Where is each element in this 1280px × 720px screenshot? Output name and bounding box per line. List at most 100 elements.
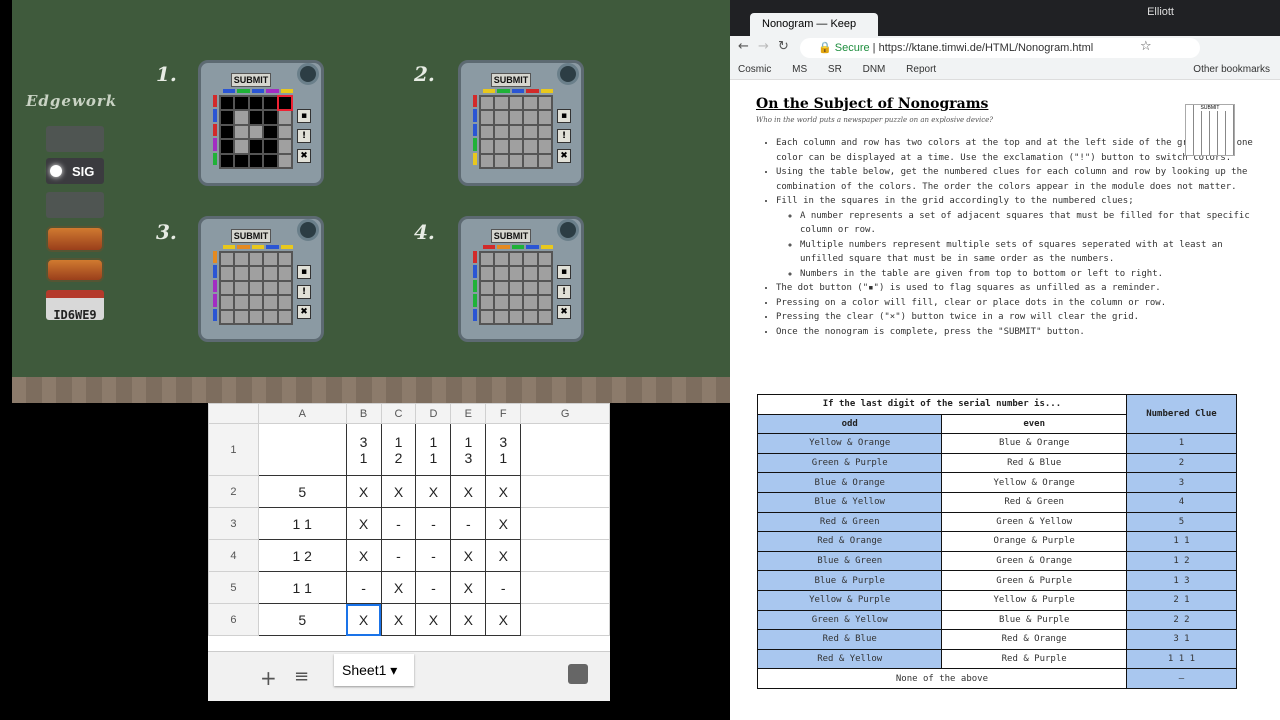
row-color-button[interactable] [213, 294, 217, 307]
column-color-button[interactable] [526, 89, 539, 93]
grid-cell[interactable] [481, 97, 494, 110]
grid-cell[interactable] [249, 281, 263, 295]
grid-cell[interactable] [538, 253, 551, 266]
grid-cell[interactable] [221, 140, 234, 153]
row-color-button[interactable] [213, 152, 217, 165]
reload-icon[interactable]: ↻ [778, 39, 789, 54]
grid-cell[interactable] [221, 253, 234, 266]
row-color-button[interactable] [213, 138, 217, 151]
grid-cell[interactable] [509, 140, 523, 153]
add-sheet-icon[interactable]: + [260, 666, 277, 690]
sheet-cell[interactable]: X [485, 507, 522, 540]
sheet-cell[interactable]: X [380, 571, 417, 604]
bookmark[interactable]: MS [792, 64, 807, 75]
grid-cell[interactable] [249, 253, 263, 266]
sheet-cell[interactable]: 1 1 [257, 507, 347, 540]
grid-cell[interactable] [509, 281, 523, 295]
grid-cell[interactable] [495, 253, 508, 266]
back-icon[interactable]: ← [738, 39, 749, 54]
grid-cell[interactable] [221, 296, 234, 309]
grid-cell[interactable] [481, 267, 494, 280]
column-color-button[interactable] [526, 245, 539, 249]
grid-cell[interactable] [235, 154, 248, 167]
grid-cell[interactable] [235, 281, 248, 295]
profile-name[interactable]: Elliott [1147, 6, 1174, 18]
row-header[interactable]: 2 [208, 475, 259, 508]
explore-icon[interactable] [568, 664, 588, 684]
column-color-button[interactable] [497, 245, 510, 249]
column-header[interactable]: E [450, 403, 487, 424]
grid-cell[interactable] [278, 267, 291, 280]
grid-cell[interactable] [264, 281, 277, 295]
bookmark[interactable]: DNM [863, 64, 886, 75]
grid-cell[interactable] [538, 140, 551, 153]
grid-cell[interactable] [221, 310, 234, 323]
grid-cell[interactable] [509, 125, 523, 139]
sheet-cell[interactable]: X [450, 571, 487, 604]
nonogram-module[interactable]: SUBMIT ▪! ✖ [198, 60, 324, 186]
grid-cell[interactable] [249, 140, 263, 153]
column-color-button[interactable] [251, 245, 265, 249]
grid-cell[interactable] [509, 154, 523, 167]
row-color-button[interactable] [213, 308, 217, 321]
grid-cell[interactable] [249, 296, 263, 309]
grid-cell[interactable] [538, 267, 551, 280]
sheet-cell[interactable]: X [415, 603, 452, 636]
grid-cell[interactable] [495, 267, 508, 280]
sheet-cell[interactable]: - [415, 571, 452, 604]
row-color-button[interactable] [473, 279, 477, 293]
grid-cell[interactable] [495, 125, 508, 139]
grid-cell[interactable] [264, 310, 277, 323]
row-color-button[interactable] [473, 95, 477, 108]
tab-sheet1[interactable]: Sheet1 ▾ [334, 654, 414, 686]
grid-cell[interactable] [221, 125, 234, 139]
grid-cell[interactable] [524, 140, 537, 153]
dot-button[interactable]: ▪ [557, 109, 571, 123]
grid-cell[interactable] [524, 97, 537, 110]
grid-cell[interactable] [235, 97, 248, 110]
row-color-button[interactable] [473, 251, 477, 264]
clear-button[interactable]: ✖ [557, 305, 571, 319]
grid-cell[interactable] [509, 296, 523, 309]
grid-cell[interactable] [278, 281, 291, 295]
grid-cell[interactable] [278, 154, 291, 167]
grid-cell[interactable] [249, 267, 263, 280]
grid-cell[interactable] [221, 97, 234, 110]
dot-button[interactable]: ▪ [557, 265, 571, 279]
grid-cell[interactable] [495, 140, 508, 153]
grid-cell[interactable] [509, 253, 523, 266]
grid-cell[interactable] [249, 111, 263, 124]
sheet-cell[interactable] [520, 475, 610, 508]
column-color-button[interactable] [511, 89, 525, 93]
star-icon[interactable]: ☆ [1140, 39, 1152, 54]
sheet-cell[interactable] [257, 423, 347, 476]
grid-cell[interactable] [495, 310, 508, 323]
sheet-cell[interactable]: 1 3 [450, 423, 487, 476]
grid-cell[interactable] [249, 154, 263, 167]
sheet-cell[interactable]: X [415, 475, 452, 508]
column-header[interactable]: G [520, 403, 610, 424]
column-color-button[interactable] [266, 89, 279, 93]
grid-cell[interactable] [509, 97, 523, 110]
grid-cell[interactable] [221, 111, 234, 124]
grid-cell[interactable] [524, 310, 537, 323]
grid-cell[interactable] [276, 94, 294, 112]
grid-cell[interactable] [278, 140, 291, 153]
grid-cell[interactable] [264, 296, 277, 309]
column-header[interactable]: F [485, 403, 522, 424]
grid-cell[interactable] [235, 253, 248, 266]
clear-button[interactable]: ✖ [557, 149, 571, 163]
spreadsheet[interactable]: ABCDEFG13 11 21 11 33 125XXXXX31 1X---X4… [208, 403, 610, 701]
sheet-cell[interactable]: 5 [257, 475, 347, 508]
game-view[interactable]: 1. 2. 3. 4. Edgework SIG ID6WE9 SUBMIT ▪!… [12, 0, 730, 403]
column-color-button[interactable] [511, 245, 525, 249]
sheet-cell[interactable]: X [485, 475, 522, 508]
sheet-cell[interactable] [520, 423, 610, 476]
row-color-button[interactable] [473, 123, 477, 137]
column-color-button[interactable] [237, 245, 250, 249]
clear-button[interactable]: ✖ [297, 305, 311, 319]
grid-cell[interactable] [481, 281, 494, 295]
sheet-cell[interactable]: - [485, 571, 522, 604]
row-color-button[interactable] [213, 109, 217, 122]
sheet-cell[interactable]: X [380, 475, 417, 508]
